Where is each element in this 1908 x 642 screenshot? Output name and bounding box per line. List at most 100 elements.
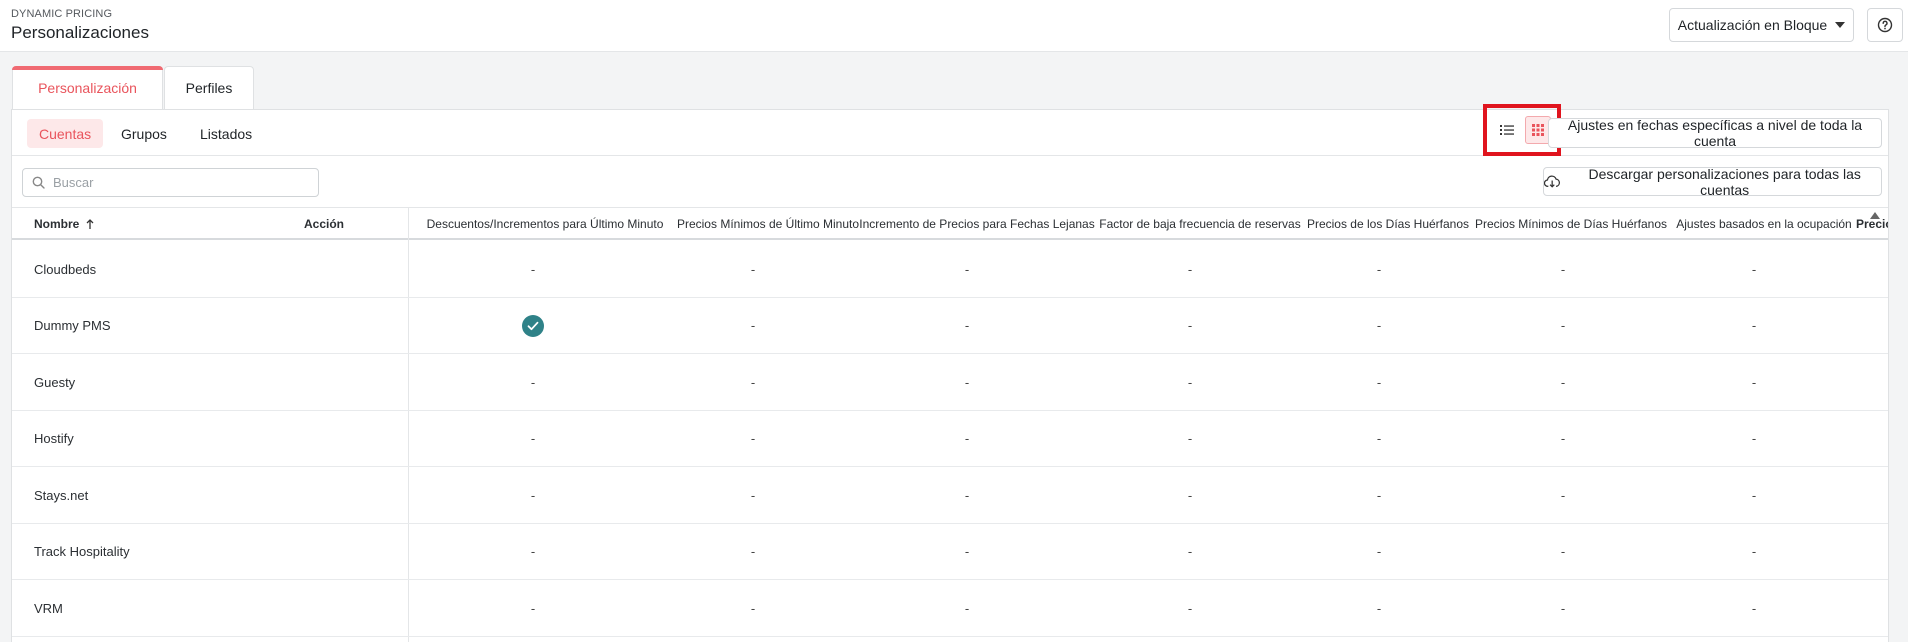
customization-cell[interactable]: - bbox=[937, 298, 997, 355]
customization-cell[interactable]: - bbox=[723, 580, 783, 637]
subtab-grupos[interactable]: Grupos bbox=[121, 119, 167, 148]
content-panel: Cuentas Grupos Listados Ajustes en fecha… bbox=[11, 104, 1889, 642]
customization-cell[interactable]: - bbox=[723, 298, 783, 355]
customization-cell[interactable]: - bbox=[1724, 411, 1784, 468]
account-name: Hostify bbox=[34, 431, 74, 447]
help-icon bbox=[1877, 17, 1893, 33]
customization-cell[interactable]: - bbox=[1533, 580, 1593, 637]
customization-cell[interactable]: - bbox=[503, 354, 563, 411]
customization-cell[interactable]: - bbox=[503, 580, 563, 637]
customization-cell[interactable]: - bbox=[1724, 524, 1784, 581]
table-row[interactable]: Track Hospitality - - - - - - - bbox=[12, 524, 1888, 581]
customization-cell[interactable]: - bbox=[503, 411, 563, 468]
customization-cell[interactable]: - bbox=[1349, 298, 1409, 355]
account-name: Dummy PMS bbox=[34, 318, 111, 334]
customization-cell[interactable]: - bbox=[1160, 354, 1220, 411]
customization-cell[interactable]: - bbox=[1533, 241, 1593, 298]
check-circle-icon bbox=[522, 314, 544, 337]
column-header-low-booking-factor: Factor de baja frecuencia de reservas bbox=[1099, 216, 1301, 231]
subtab-cuentas[interactable]: Cuentas bbox=[27, 119, 104, 148]
account-name: VRM bbox=[34, 600, 63, 616]
customization-cell[interactable]: - bbox=[1533, 411, 1593, 468]
customization-cell[interactable]: - bbox=[1160, 241, 1220, 298]
customization-cell[interactable]: - bbox=[723, 354, 783, 411]
customization-cell[interactable]: - bbox=[503, 241, 563, 298]
customization-cell[interactable]: - bbox=[1349, 467, 1409, 524]
caret-down-icon bbox=[1835, 22, 1846, 28]
account-name: Track Hospitality bbox=[34, 544, 130, 560]
list-view-button[interactable] bbox=[1494, 116, 1520, 144]
sort-ascending-icon bbox=[86, 218, 94, 229]
customization-cell[interactable]: - bbox=[503, 467, 563, 524]
tab-personalizacion[interactable]: Personalización bbox=[12, 66, 163, 109]
bulk-update-label: Actualización en Bloque bbox=[1677, 17, 1828, 33]
column-header-orphan-day-prices: Precios de los Días Huérfanos bbox=[1306, 216, 1470, 231]
search-icon bbox=[32, 176, 45, 189]
customization-cell[interactable]: - bbox=[723, 524, 783, 581]
table-row[interactable]: Dummy PMS - - - - - - bbox=[12, 298, 1888, 355]
top-bar: DYNAMIC PRICING Personalizaciones Actual… bbox=[0, 0, 1908, 52]
customization-cell[interactable]: - bbox=[937, 411, 997, 468]
page-title: Personalizaciones bbox=[11, 23, 149, 42]
customization-cell[interactable]: - bbox=[1349, 411, 1409, 468]
download-label: Descargar personalizaciones para todas l… bbox=[1588, 165, 1861, 198]
search-box bbox=[22, 168, 319, 197]
customization-cell[interactable]: - bbox=[937, 241, 997, 298]
account-date-adjustments-button[interactable]: Ajustes en fechas específicas a nivel de… bbox=[1548, 117, 1882, 149]
tab-perfiles[interactable]: Perfiles bbox=[164, 66, 254, 109]
cloud-download-icon bbox=[1544, 175, 1560, 188]
help-button[interactable] bbox=[1867, 8, 1903, 42]
column-header-occupancy-adjustments: Ajustes basados en la ocupación bbox=[1676, 216, 1852, 231]
customization-cell[interactable]: - bbox=[723, 467, 783, 524]
grid-icon bbox=[1531, 124, 1544, 136]
customization-cell[interactable]: - bbox=[1160, 524, 1220, 581]
table-row[interactable]: VRM - - - - - - - bbox=[12, 580, 1888, 637]
column-header-name[interactable]: Nombre bbox=[34, 208, 97, 239]
customization-cell[interactable]: - bbox=[1160, 580, 1220, 637]
table-row[interactable]: Cloudbeds - - - - - - - bbox=[12, 241, 1888, 298]
customization-cell[interactable]: - bbox=[1349, 524, 1409, 581]
table-row[interactable]: Hostify - - - - - - - bbox=[12, 411, 1888, 468]
customization-cell[interactable]: - bbox=[723, 411, 783, 468]
customization-cell[interactable]: - bbox=[937, 524, 997, 581]
accounts-table: Nombre Acción Descuentos/Incrementos par… bbox=[12, 207, 1888, 642]
customization-cell[interactable]: - bbox=[1533, 524, 1593, 581]
subtab-listados[interactable]: Listados bbox=[200, 119, 252, 148]
download-all-button[interactable]: Descargar personalizaciones para todas l… bbox=[1543, 165, 1882, 198]
account-name: Stays.net bbox=[34, 487, 89, 503]
scroll-up-arrow[interactable] bbox=[1870, 212, 1880, 219]
breadcrumb: DYNAMIC PRICING bbox=[11, 8, 113, 20]
customization-cell[interactable]: - bbox=[503, 524, 563, 581]
account-name: Cloudbeds bbox=[34, 261, 97, 277]
table-header: Nombre Acción Descuentos/Incrementos par… bbox=[12, 207, 1888, 240]
grid-view-button[interactable] bbox=[1524, 116, 1551, 144]
table-row[interactable]: Stays.net - - - - - - - bbox=[12, 467, 1888, 524]
list-icon bbox=[1499, 125, 1514, 135]
customization-cell[interactable] bbox=[503, 298, 563, 355]
main-tabs: Personalización Perfiles bbox=[12, 66, 254, 109]
customization-cell[interactable]: - bbox=[723, 241, 783, 298]
account-name: Guesty bbox=[34, 374, 76, 390]
search-input[interactable] bbox=[53, 175, 293, 190]
customization-cell[interactable]: - bbox=[937, 467, 997, 524]
customization-cell[interactable]: - bbox=[1160, 467, 1220, 524]
column-header-orphan-day-min-prices: Precios Mínimos de Días Huérfanos bbox=[1474, 216, 1668, 231]
customization-cell[interactable]: - bbox=[1349, 580, 1409, 637]
customization-cell[interactable]: - bbox=[1160, 411, 1220, 468]
customization-cell[interactable]: - bbox=[1349, 241, 1409, 298]
customization-cell[interactable]: - bbox=[1533, 467, 1593, 524]
customization-cell[interactable]: - bbox=[1349, 354, 1409, 411]
customization-cell[interactable]: - bbox=[1724, 580, 1784, 637]
bulk-update-button[interactable]: Actualización en Bloque bbox=[1669, 8, 1854, 42]
customization-cell[interactable]: - bbox=[1724, 354, 1784, 411]
customization-cell[interactable]: - bbox=[1160, 298, 1220, 355]
customization-cell[interactable]: - bbox=[1533, 298, 1593, 355]
customization-cell[interactable]: - bbox=[937, 354, 997, 411]
customization-cell[interactable]: - bbox=[1724, 298, 1784, 355]
customization-cell[interactable]: - bbox=[937, 580, 997, 637]
customization-cell[interactable]: - bbox=[1724, 241, 1784, 298]
customization-cell[interactable]: - bbox=[1724, 467, 1784, 524]
table-row[interactable]: Guesty - - - - - - - bbox=[12, 354, 1888, 411]
customization-cell[interactable]: - bbox=[1533, 354, 1593, 411]
column-header-last-minute-min-prices: Precios Mínimos de Último Minuto bbox=[676, 216, 860, 231]
